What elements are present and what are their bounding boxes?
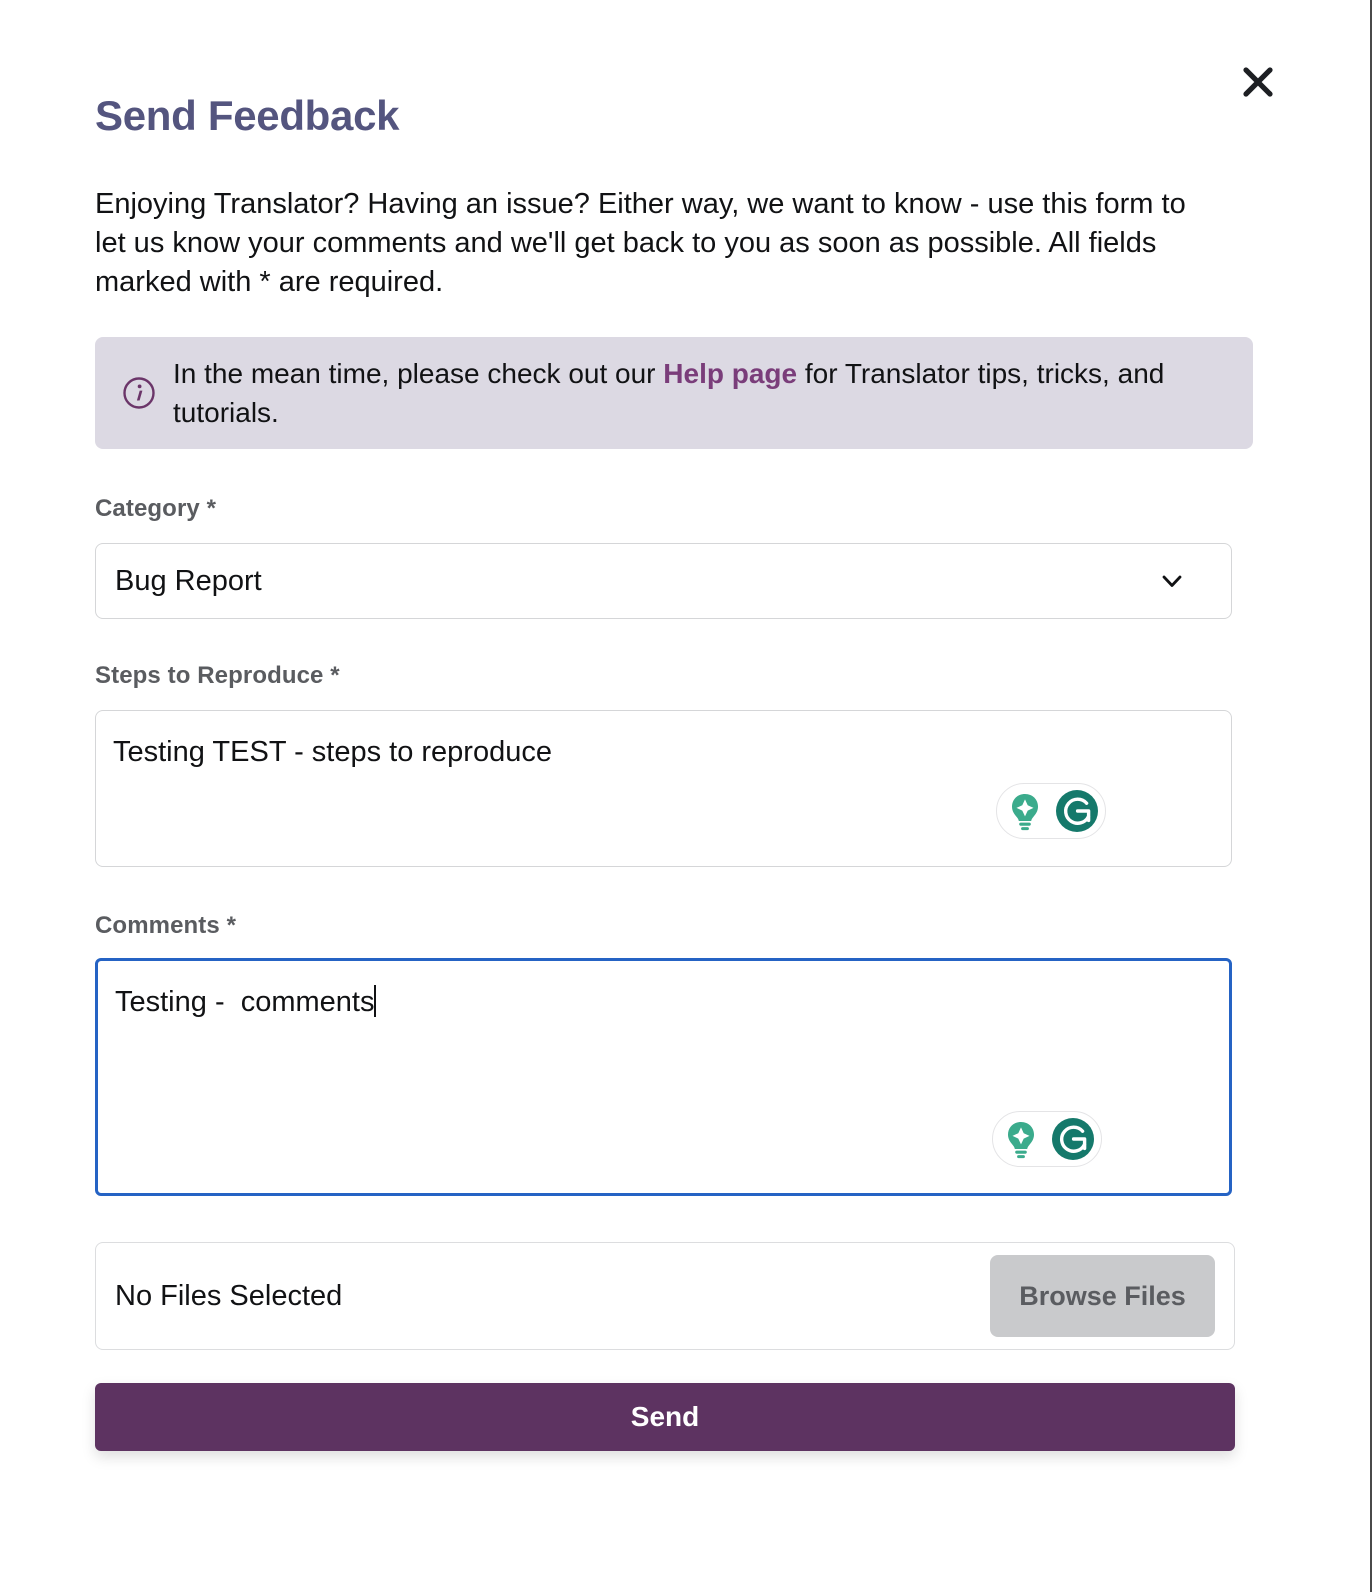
grammarly-widget-steps[interactable] [996, 783, 1106, 839]
chevron-down-icon [1155, 564, 1189, 598]
lightbulb-icon[interactable] [1001, 787, 1049, 835]
info-banner: In the mean time, please check out our H… [95, 337, 1253, 449]
steps-to-reproduce-label: Steps to Reproduce * [95, 662, 340, 689]
grammarly-g-icon[interactable] [1049, 1115, 1097, 1163]
text-cursor [374, 985, 377, 1017]
file-upload-status: No Files Selected [115, 1279, 343, 1312]
help-page-link[interactable]: Help page [663, 358, 797, 389]
send-button[interactable]: Send [95, 1383, 1235, 1451]
grammarly-g-icon[interactable] [1053, 787, 1101, 835]
comments-label: Comments * [95, 912, 237, 939]
feedback-page: Send Feedback Enjoying Translator? Havin… [0, 0, 1372, 1592]
send-feedback-dialog: Send Feedback Enjoying Translator? Havin… [0, 0, 1348, 1592]
category-selected-value: Bug Report [115, 564, 262, 597]
dialog-title: Send Feedback [95, 92, 400, 139]
lightbulb-icon[interactable] [997, 1115, 1045, 1163]
comments-value: Testing - comments [115, 986, 375, 1018]
category-select[interactable]: Bug Report [95, 543, 1232, 619]
info-circle-icon [121, 375, 157, 411]
close-icon [1241, 65, 1275, 99]
browse-files-button[interactable]: Browse Files [990, 1255, 1215, 1337]
info-text-before: In the mean time, please check out our [173, 358, 664, 389]
comments-value-wrapper: Testing - comments [115, 983, 377, 1021]
close-button[interactable] [1232, 56, 1284, 108]
grammarly-widget-comments[interactable] [992, 1111, 1102, 1167]
category-label: Category * [95, 495, 217, 522]
info-banner-text: In the mean time, please check out our H… [173, 354, 1231, 432]
dialog-description: Enjoying Translator? Having an issue? Ei… [95, 188, 1186, 298]
steps-to-reproduce-value: Testing TEST - steps to reproduce [113, 736, 552, 768]
file-upload-row: No Files Selected Browse Files [95, 1242, 1235, 1350]
